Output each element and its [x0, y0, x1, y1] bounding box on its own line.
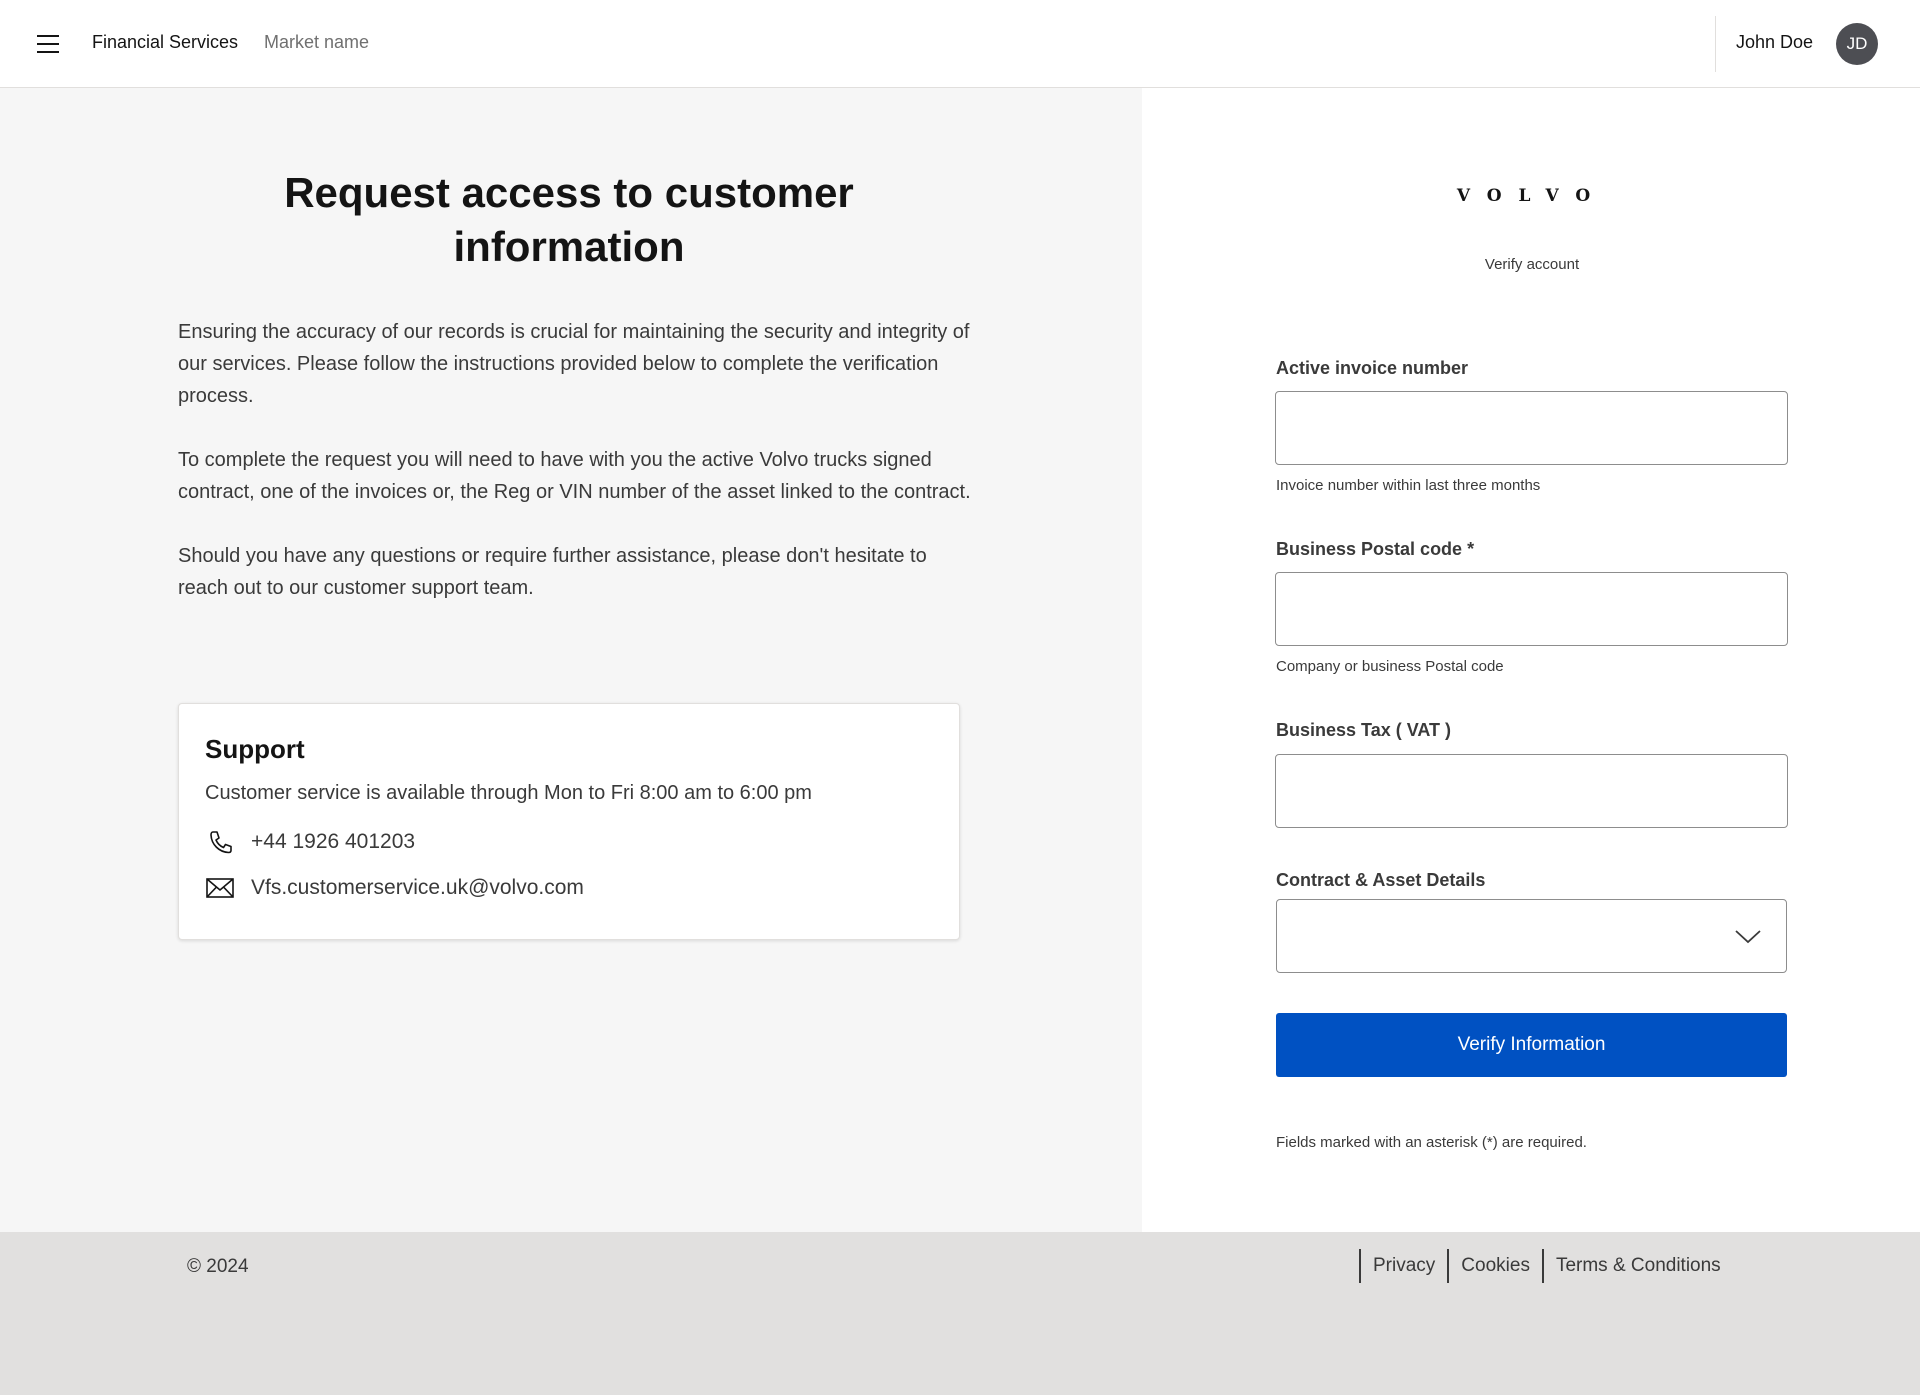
header-divider	[1715, 16, 1716, 72]
footer-links: Privacy Cookies Terms & Conditions	[1359, 1249, 1733, 1283]
support-card: Support Customer service is available th…	[178, 703, 960, 940]
vat-label: Business Tax ( VAT )	[1276, 720, 1452, 740]
support-phone[interactable]: +44 1926 401203	[251, 830, 415, 854]
postal-help-text: Company or business Postal code	[1276, 658, 1504, 675]
verify-information-button[interactable]: Verify Information	[1276, 1013, 1787, 1077]
hamburger-menu-icon[interactable]	[32, 30, 64, 58]
brand-name[interactable]: Financial Services	[92, 32, 238, 53]
support-email-row[interactable]: Vfs.customerservice.uk@volvo.com	[205, 875, 584, 901]
market-name: Market name	[264, 32, 370, 52]
chevron-down-icon	[1735, 930, 1761, 944]
form-subtitle: Verify account	[1484, 256, 1580, 273]
required-fields-note: Fields marked with an asterisk (*) are r…	[1276, 1134, 1587, 1151]
intro-paragraph: Should you have any questions or require…	[178, 545, 927, 599]
copyright: © 2024	[187, 1256, 249, 1277]
invoice-label: Active invoice number	[1276, 358, 1469, 378]
support-title: Support	[205, 734, 305, 764]
footer-link-cookies[interactable]: Cookies	[1447, 1249, 1542, 1283]
volvo-logo: VOLVO	[1456, 186, 1608, 206]
invoice-number-input[interactable]	[1275, 391, 1788, 465]
footer-link-privacy[interactable]: Privacy	[1359, 1249, 1447, 1283]
intro-paragraph: Ensuring the accuracy of our records is …	[178, 321, 970, 407]
support-hours: Customer service is available through Mo…	[205, 782, 812, 804]
postal-code-label: Business Postal code *	[1276, 539, 1475, 559]
invoice-help-text: Invoice number within last three months	[1276, 477, 1541, 494]
footer: © 2024 Privacy Cookies Terms & Condition…	[0, 1232, 1920, 1395]
support-email[interactable]: Vfs.customerservice.uk@volvo.com	[251, 876, 584, 900]
vat-input[interactable]	[1275, 754, 1788, 828]
contract-asset-label: Contract & Asset Details	[1276, 870, 1486, 890]
intro-text: Ensuring the accuracy of our records is …	[178, 316, 978, 636]
footer-link-terms[interactable]: Terms & Conditions	[1541, 1249, 1733, 1283]
page-title: Request access to customer information	[284, 169, 854, 270]
user-avatar[interactable]: JD	[1836, 23, 1878, 65]
contract-asset-select[interactable]	[1276, 899, 1787, 973]
user-name[interactable]: John Doe	[1736, 32, 1813, 53]
postal-code-input[interactable]	[1275, 572, 1788, 646]
top-header: Financial Services Market name John Doe …	[0, 0, 1920, 88]
mail-icon	[206, 878, 234, 898]
support-phone-row[interactable]: +44 1926 401203	[205, 829, 415, 855]
intro-paragraph: To complete the request you will need to…	[178, 449, 971, 503]
phone-icon	[210, 831, 232, 854]
